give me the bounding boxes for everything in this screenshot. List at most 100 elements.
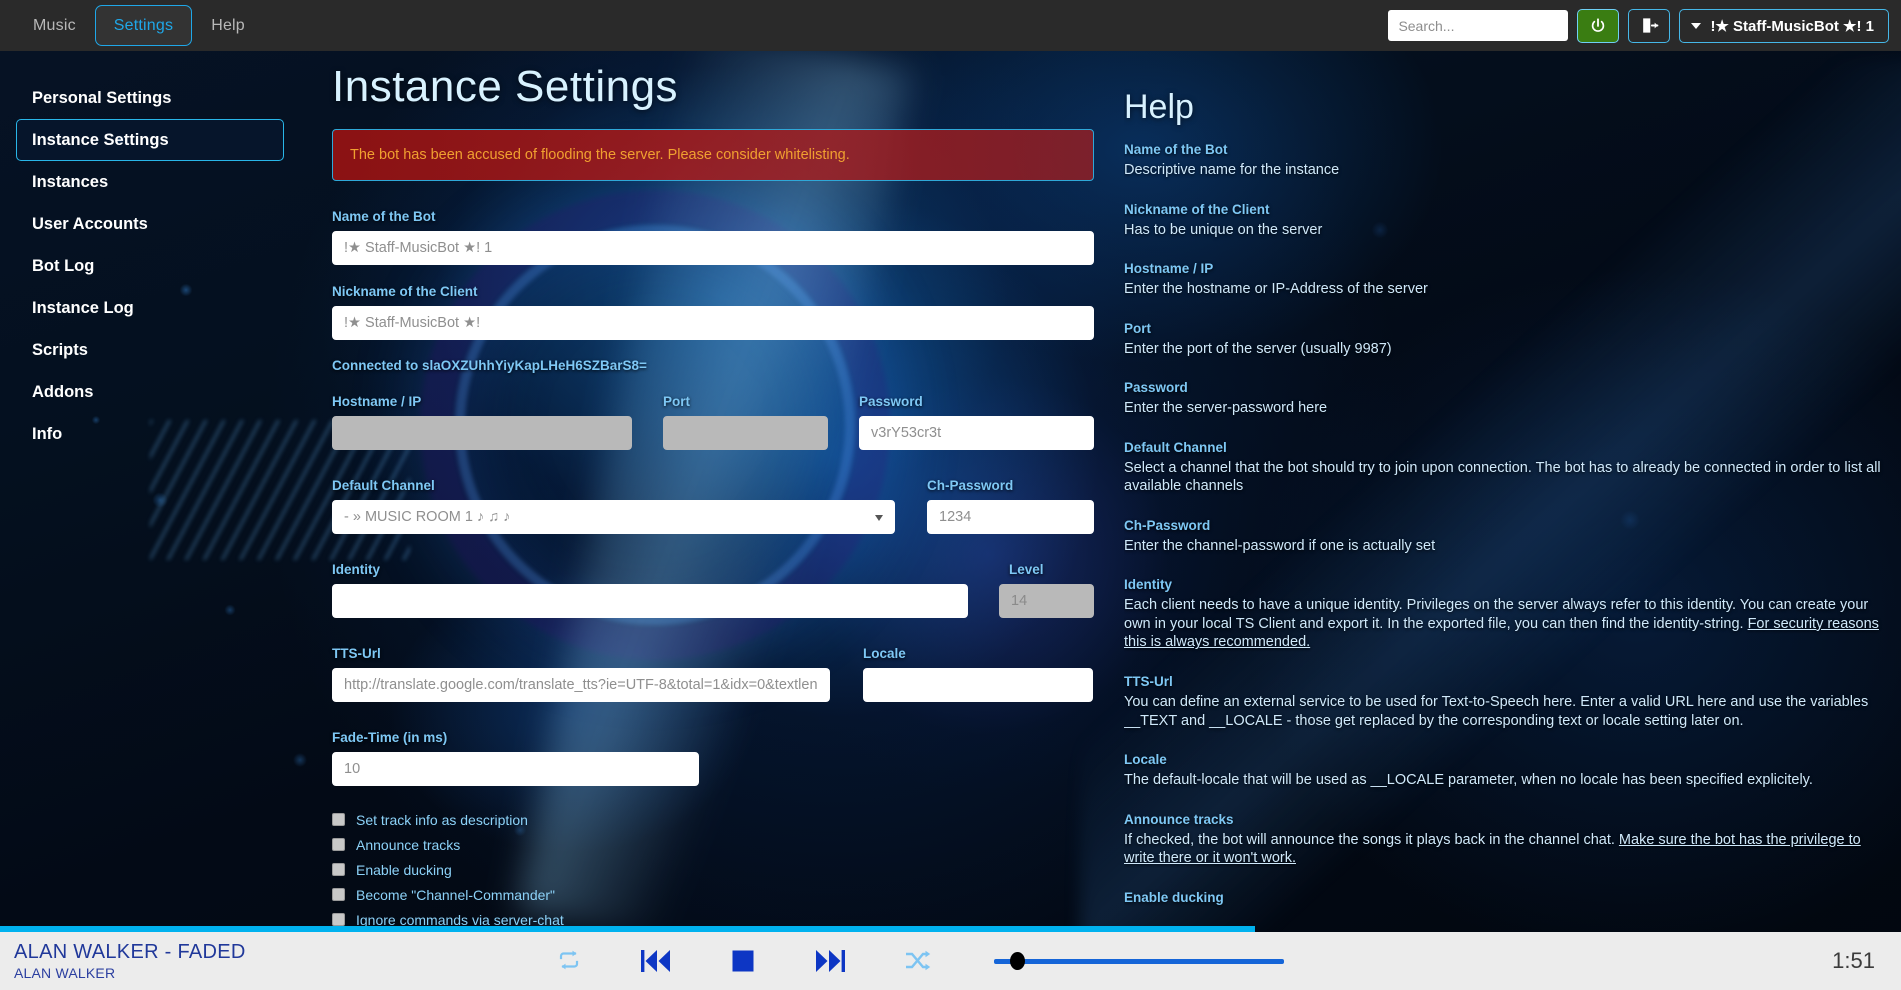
help-panel-title: Help <box>1124 88 1194 126</box>
help-entry-locale: Locale The default-locale that will be u… <box>1124 752 1884 790</box>
sidebar-item-label: User Accounts <box>32 214 148 233</box>
track-time: 1:51 <box>1832 948 1875 973</box>
sidebar-item-instance-log[interactable]: Instance Log <box>16 287 284 329</box>
logout-button[interactable] <box>1628 8 1671 43</box>
sidebar-item-instance-settings[interactable]: Instance Settings <box>16 119 284 161</box>
nav-item-help[interactable]: Help <box>192 0 264 51</box>
logout-icon <box>1643 18 1659 33</box>
flood-warning-text: The bot has been accused of flooding the… <box>350 147 850 163</box>
track-progress-bar[interactable] <box>0 926 1901 932</box>
connected-identity-text: Connected to slaOXZUhhYiyKapLHeH6SZBarS8… <box>332 358 647 373</box>
sidebar-item-bot-log[interactable]: Bot Log <box>16 245 284 287</box>
help-body: Enter the port of the server (usually 99… <box>1124 340 1392 357</box>
player-inner: ALAN WALKER - FADED ALAN WALKER 1:51 <box>0 932 1901 990</box>
checkbox-label: Enable ducking <box>356 861 452 878</box>
label-tts-url: TTS-Url <box>332 646 381 661</box>
default-channel-select-wrapper <box>332 500 895 534</box>
checkbox-row-enable-ducking[interactable]: Enable ducking <box>332 857 1122 882</box>
help-body-wrapper: If checked, the bot will announce the so… <box>1124 831 1884 868</box>
help-body: Has to be unique on the server <box>1124 221 1323 238</box>
sidebar-item-user-accounts[interactable]: User Accounts <box>16 203 284 245</box>
power-button[interactable] <box>1577 8 1620 43</box>
input-password[interactable] <box>859 416 1094 450</box>
field-default-channel: Default Channel <box>332 477 895 534</box>
checkbox-enable-ducking[interactable] <box>332 863 345 876</box>
volume-slider[interactable] <box>994 952 1284 970</box>
input-hostname-ip[interactable] <box>332 416 632 450</box>
now-playing-meta: ALAN WALKER - FADED ALAN WALKER <box>0 941 420 981</box>
bot-selector-dropdown[interactable]: !★ Staff-MusicBot ★! 1 <box>1679 8 1889 43</box>
volume-control <box>994 952 1284 970</box>
field-hostname-ip: Hostname / IP <box>332 393 632 450</box>
label-locale: Locale <box>863 646 906 661</box>
previous-track-button[interactable] <box>640 948 672 974</box>
checkbox-ignore-commands[interactable] <box>332 913 345 926</box>
help-entry-identity: Identity Each client needs to have a uni… <box>1124 577 1884 652</box>
sidebar-item-label: Instance Settings <box>32 130 169 149</box>
repeat-button[interactable] <box>556 949 582 973</box>
label-level: Level <box>1009 562 1044 577</box>
search-input[interactable] <box>1388 10 1569 41</box>
checkbox-row-channel-commander[interactable]: Become "Channel-Commander" <box>332 882 1122 907</box>
power-icon <box>1592 17 1605 32</box>
connection-row: Hostname / IP Port Password <box>332 393 1122 468</box>
help-body-wrapper: Each client needs to have a unique ident… <box>1124 596 1884 652</box>
field-identity: Identity <box>332 561 968 618</box>
help-heading: Password <box>1124 380 1188 396</box>
field-level: Level <box>999 561 1094 618</box>
help-entry-announce-tracks: Announce tracks If checked, the bot will… <box>1124 812 1884 868</box>
stop-button[interactable] <box>730 948 756 974</box>
sidebar-item-personal-settings[interactable]: Personal Settings <box>16 77 284 119</box>
input-fade-time[interactable] <box>332 752 699 786</box>
sidebar-item-info[interactable]: Info <box>16 413 284 455</box>
sidebar-item-instances[interactable]: Instances <box>16 161 284 203</box>
field-password: Password <box>859 393 1094 450</box>
volume-slider-knob[interactable] <box>1010 952 1026 970</box>
help-body: If checked, the bot will announce the so… <box>1124 831 1619 848</box>
field-name-of-the-bot: Name of the Bot <box>332 208 1122 265</box>
nav-item-music[interactable]: Music <box>14 0 95 51</box>
checkbox-row-announce-tracks[interactable]: Announce tracks <box>332 832 1122 857</box>
checkbox-announce-tracks[interactable] <box>332 838 345 851</box>
input-nickname-of-the-client[interactable] <box>332 306 1094 340</box>
next-track-button[interactable] <box>814 948 846 974</box>
help-heading: Hostname / IP <box>1124 261 1214 277</box>
checkbox-channel-commander[interactable] <box>332 888 345 901</box>
sidebar-item-scripts[interactable]: Scripts <box>16 329 284 371</box>
identity-row: Identity Level <box>332 561 1122 636</box>
checkbox-set-track-info[interactable] <box>332 813 345 826</box>
help-body: Enter the server-password here <box>1124 400 1328 417</box>
help-entry-hostname-ip: Hostname / IP Enter the hostname or IP-A… <box>1124 261 1884 299</box>
input-name-of-the-bot[interactable] <box>332 231 1094 265</box>
repeat-icon <box>559 950 579 970</box>
next-track-icon <box>816 950 845 972</box>
sidebar-item-addons[interactable]: Addons <box>16 371 284 413</box>
settings-form: Instance Settings The bot has been accus… <box>332 62 1122 928</box>
help-entry-default-channel: Default Channel Select a channel that th… <box>1124 440 1884 496</box>
sidebar-item-label: Instance Log <box>32 298 134 317</box>
input-port[interactable] <box>663 416 828 450</box>
help-heading: TTS-Url <box>1124 674 1173 690</box>
help-heading: Ch-Password <box>1124 517 1211 533</box>
input-level[interactable] <box>999 584 1094 618</box>
flood-warning-banner: The bot has been accused of flooding the… <box>332 129 1094 181</box>
input-tts-url[interactable] <box>332 668 830 702</box>
nav-item-music-label: Music <box>33 16 76 34</box>
select-default-channel[interactable] <box>332 500 895 534</box>
help-heading: Locale <box>1124 752 1167 768</box>
shuffle-button[interactable] <box>904 949 932 973</box>
input-locale[interactable] <box>863 668 1093 702</box>
input-ch-password[interactable] <box>927 500 1094 534</box>
navbar-menu: Music Settings Help <box>0 0 264 51</box>
label-identity: Identity <box>332 562 381 577</box>
help-heading: Nickname of the Client <box>1124 201 1270 217</box>
previous-track-icon <box>641 950 670 972</box>
nav-item-settings[interactable]: Settings <box>94 5 193 46</box>
field-ch-password: Ch-Password <box>927 477 1094 534</box>
label-nickname-of-the-client: Nickname of the Client <box>332 284 478 299</box>
label-fade-time: Fade-Time (in ms) <box>332 730 448 745</box>
track-artist: ALAN WALKER <box>14 964 116 981</box>
checkbox-row-set-track-info[interactable]: Set track info as description <box>332 807 1122 832</box>
input-identity[interactable] <box>332 584 968 618</box>
help-panel: Help Name of the Bot Descriptive name fo… <box>1124 88 1884 928</box>
